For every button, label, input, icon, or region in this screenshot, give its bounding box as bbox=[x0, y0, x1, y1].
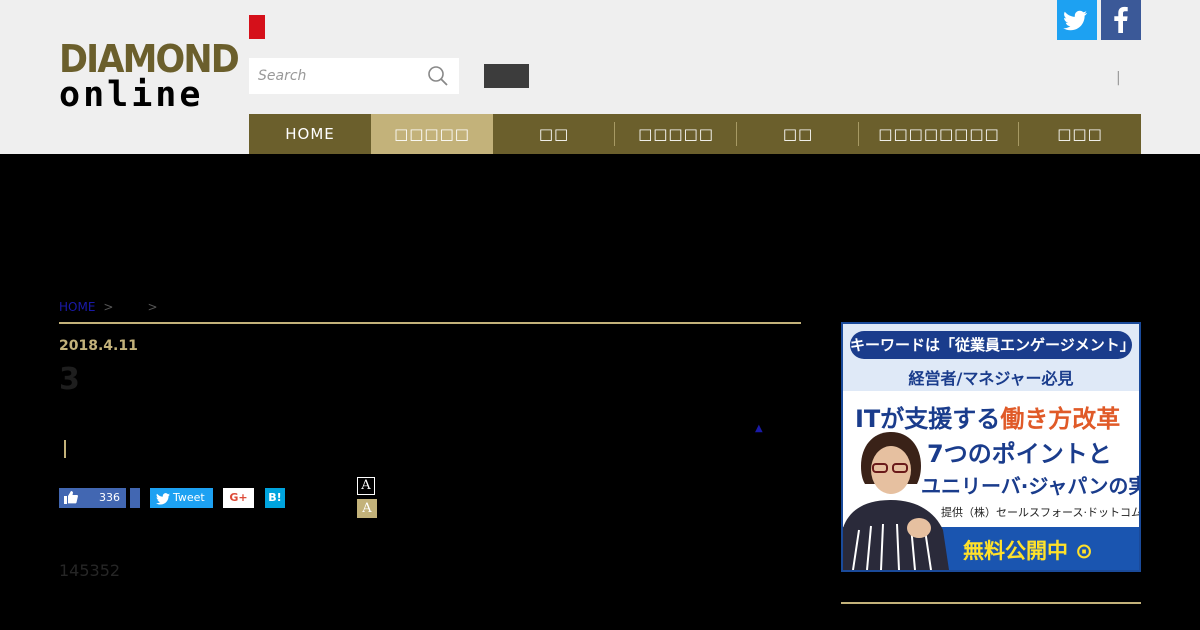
breadcrumb-separator: > bbox=[103, 300, 114, 314]
search-box bbox=[249, 58, 459, 94]
font-size-large-button[interactable]: A bbox=[357, 499, 377, 518]
facebook-like-button[interactable]: 336 bbox=[59, 488, 126, 508]
nav-item-label: □□ bbox=[782, 125, 814, 143]
nav-item-label: □□□□□ bbox=[394, 125, 470, 143]
article-number: 145352 bbox=[59, 561, 121, 580]
up-marker[interactable]: ▲ bbox=[755, 423, 763, 434]
thumbs-up-icon bbox=[64, 491, 78, 507]
hatena-bookmark-button[interactable]: B! bbox=[265, 488, 285, 508]
nav-item-label: □□ bbox=[538, 125, 570, 143]
nav-item-label: □□□□□ bbox=[638, 125, 714, 143]
tweet-button[interactable]: Tweet bbox=[150, 488, 213, 508]
sidebar-divider bbox=[841, 602, 1141, 604]
ad-credit: 提供（株）セールスフォース·ドットコム bbox=[941, 506, 1141, 519]
nav-item-label: □□□□□□□□ bbox=[878, 125, 1000, 143]
google-plus-button[interactable]: G+ bbox=[223, 488, 254, 508]
ad-subheading: 経営者/マネジャー必見 bbox=[908, 369, 1074, 388]
ad-person-photo bbox=[843, 432, 949, 570]
facebook-f-icon bbox=[1114, 6, 1128, 34]
nav-item-home[interactable]: HOME bbox=[249, 114, 371, 154]
dark-button[interactable] bbox=[484, 64, 529, 88]
breadcrumb-separator: > bbox=[147, 300, 158, 314]
nav-item-5[interactable]: □□□□□□□□ bbox=[859, 114, 1019, 154]
nav-item-label: □□□ bbox=[1057, 125, 1103, 143]
search-icon[interactable] bbox=[427, 65, 449, 87]
text-cursor-marker bbox=[64, 440, 66, 458]
title-divider bbox=[59, 322, 801, 324]
nav-item-4[interactable]: □□ bbox=[737, 114, 859, 154]
site-logo[interactable]: DIAMOND online bbox=[59, 37, 240, 115]
site-header: DIAMOND online | HOME □□□□□ □□ bbox=[0, 0, 1200, 154]
facebook-share-button[interactable] bbox=[130, 488, 140, 508]
nav-item-6[interactable]: □□□ bbox=[1019, 114, 1141, 154]
tweet-label: Tweet bbox=[173, 491, 205, 504]
nav-item-label: HOME bbox=[285, 125, 335, 143]
like-count: 336 bbox=[99, 491, 120, 504]
twitter-button[interactable] bbox=[1057, 0, 1097, 40]
twitter-bird-icon bbox=[1063, 10, 1087, 31]
article-date: 2018.4.11 bbox=[59, 338, 138, 354]
nav-item-2[interactable]: □□ bbox=[493, 114, 615, 154]
main-nav: HOME □□□□□ □□ □□□□□ □□ □□□□□□□□ □□□ bbox=[249, 114, 1141, 154]
logo-line1: DIAMOND bbox=[59, 37, 240, 81]
twitter-bird-icon bbox=[156, 492, 170, 512]
nav-item-1[interactable]: □□□□□ bbox=[371, 114, 493, 154]
font-size-small-button[interactable]: A bbox=[357, 477, 375, 495]
header-separator: | bbox=[1116, 70, 1121, 86]
ad-cta[interactable]: 無料公開中 ⊙ bbox=[963, 535, 1093, 565]
facebook-button[interactable] bbox=[1101, 0, 1141, 40]
logo-line2: online bbox=[59, 75, 204, 115]
article-title: 3 bbox=[59, 362, 80, 397]
sidebar-ad-banner[interactable]: キーワードは「従業員エンゲージメント」 経営者/マネジャー必見 ITが支援する働… bbox=[841, 322, 1141, 572]
search-input[interactable] bbox=[249, 58, 419, 94]
nav-item-3[interactable]: □□□□□ bbox=[615, 114, 737, 154]
ad-keyword-pill: キーワードは「従業員エンゲージメント」 bbox=[850, 331, 1135, 359]
breadcrumb: HOME > > bbox=[59, 300, 184, 314]
breadcrumb-home[interactable]: HOME bbox=[59, 300, 95, 314]
ad-headline-1-accent: 働き方改革 bbox=[1000, 405, 1121, 433]
red-marker bbox=[249, 15, 265, 39]
